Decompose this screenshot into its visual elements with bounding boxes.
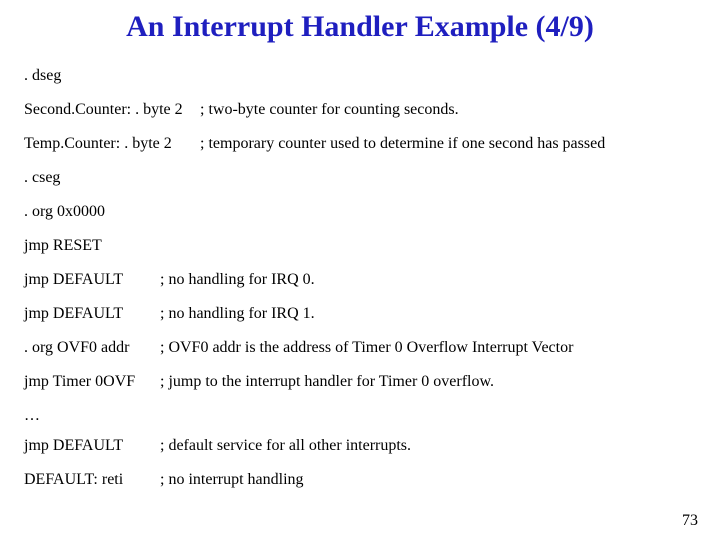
code-instr: jmp DEFAULT: [24, 272, 160, 288]
code-line-second-counter: Second.Counter: . byte 2 ; two-byte coun…: [24, 102, 704, 118]
code-comment: ; two-byte counter for counting seconds.: [200, 102, 704, 118]
code-instr: . org OVF0 addr: [24, 340, 160, 356]
code-text: . dseg: [24, 68, 61, 84]
code-decl: Temp.Counter: . byte 2: [24, 136, 200, 152]
page-number: 73: [682, 512, 698, 530]
code-line-temp-counter: Temp.Counter: . byte 2 ; temporary count…: [24, 136, 704, 152]
code-line-jmp-timer0ovf: jmp Timer 0OVF ; jump to the interrupt h…: [24, 374, 704, 390]
code-line-default-reti: DEFAULT: reti ; no interrupt handling: [24, 472, 704, 488]
code-instr: DEFAULT: reti: [24, 472, 160, 488]
code-line-jmp-default-irq0: jmp DEFAULT ; no handling for IRQ 0.: [24, 272, 704, 288]
code-comment: ; default service for all other interrup…: [160, 438, 704, 454]
code-instr: jmp Timer 0OVF: [24, 374, 160, 390]
code-decl: Second.Counter: . byte 2: [24, 102, 200, 118]
code-line-jmp-default-irq1: jmp DEFAULT ; no handling for IRQ 1.: [24, 306, 704, 322]
code-comment: ; no handling for IRQ 0.: [160, 272, 704, 288]
code-comment: ; OVF0 addr is the address of Timer 0 Ov…: [160, 340, 704, 356]
code-text: . cseg: [24, 170, 60, 186]
code-line-org0: . org 0x0000: [24, 204, 704, 220]
code-text: . org 0x0000: [24, 204, 105, 220]
slide-body: . dseg Second.Counter: . byte 2 ; two-by…: [24, 68, 704, 506]
code-comment: ; jump to the interrupt handler for Time…: [160, 374, 704, 390]
code-line-dseg: . dseg: [24, 68, 704, 84]
code-instr: jmp DEFAULT: [24, 438, 160, 454]
code-line-org-ovf0: . org OVF0 addr ; OVF0 addr is the addre…: [24, 340, 704, 356]
code-text: jmp RESET: [24, 238, 102, 254]
ellipsis: …: [24, 408, 40, 424]
code-comment: ; temporary counter used to determine if…: [200, 136, 704, 152]
code-line-jmp-reset: jmp RESET: [24, 238, 704, 254]
slide: An Interrupt Handler Example (4/9) . dse…: [0, 0, 720, 540]
code-instr: jmp DEFAULT: [24, 306, 160, 322]
code-line-jmp-default-all: jmp DEFAULT ; default service for all ot…: [24, 438, 704, 454]
code-line-ellipsis: …: [24, 408, 704, 424]
code-comment: ; no interrupt handling: [160, 472, 704, 488]
code-line-cseg: . cseg: [24, 170, 704, 186]
slide-title: An Interrupt Handler Example (4/9): [0, 10, 720, 44]
code-comment: ; no handling for IRQ 1.: [160, 306, 704, 322]
